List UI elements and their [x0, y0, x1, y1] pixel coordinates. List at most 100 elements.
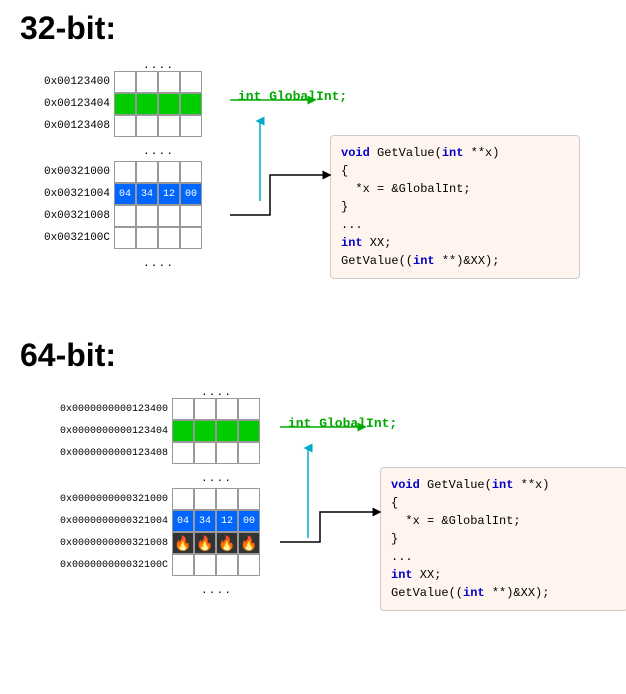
mem-cell [180, 71, 202, 93]
mem-grid [114, 205, 202, 227]
mem-label-wide: 0x0000000000321000 [20, 494, 168, 505]
mem-label: 0x00123400 [20, 76, 110, 88]
mem-cell-flame: 🔥 [216, 532, 238, 554]
mem-label-wide: 0x0000000000321004 [20, 516, 168, 527]
mem-cell [158, 205, 180, 227]
dots-mid-64bit: . . . . [172, 468, 260, 484]
mem-row-32bit-b3: 0x0032100C [20, 227, 202, 249]
arrow-svg-32bit-cyan [250, 111, 350, 221]
mem-cell-blue-12: 12 [158, 183, 180, 205]
mem-cell-blue-34: 34 [136, 183, 158, 205]
memory-top-64bit: . . . . 0x0000000000123400 0x00000000001… [20, 382, 260, 596]
mem-row-64bit-b0: 0x0000000000321000 [20, 488, 260, 510]
mem-label: 0x00123404 [20, 98, 110, 110]
mem-cell-flame: 🔥 [194, 532, 216, 554]
mem-cell [136, 205, 158, 227]
mem-cell [114, 115, 136, 137]
section-32bit: 32-bit: . . . . 0x00123400 0x00123404 [20, 10, 606, 325]
mem-cell [216, 488, 238, 510]
section-64bit: 64-bit: . . . . 0x0000000000123400 0x000… [20, 337, 606, 672]
mem-grid [172, 420, 260, 442]
mem-label-wide: 0x0000000000123404 [20, 426, 168, 437]
mem-label: 0x00123408 [20, 120, 110, 132]
mem-cell [180, 161, 202, 183]
mem-label: 0x00321008 [20, 210, 110, 222]
mem-row-64bit-2: 0x0000000000123408 [20, 442, 260, 464]
mem-cell-blue-34: 34 [194, 510, 216, 532]
mem-grid [172, 398, 260, 420]
mem-cell [238, 554, 260, 576]
mem-cell-blue-04: 04 [172, 510, 194, 532]
mem-cell [136, 71, 158, 93]
mem-cell [194, 442, 216, 464]
mem-cell [172, 442, 194, 464]
dots-bot-64bit: . . . . [172, 580, 260, 596]
arrow-svg-64bit-cyan [298, 438, 398, 558]
mem-cell-green [114, 93, 136, 115]
mem-cell [194, 554, 216, 576]
mem-cell [158, 227, 180, 249]
mem-row-32bit-0: 0x00123400 [20, 71, 202, 93]
memory-top-32bit: . . . . 0x00123400 0x00123404 [20, 55, 202, 269]
mem-cell-blue-12: 12 [216, 510, 238, 532]
mem-cell-blue-00: 00 [180, 183, 202, 205]
mem-cell [238, 442, 260, 464]
mem-label-wide: 0x0000000000321008 [20, 538, 168, 549]
mem-cell [216, 398, 238, 420]
mem-grid [114, 227, 202, 249]
mem-cell-green [194, 420, 216, 442]
mem-label-wide: 0x0000000000123408 [20, 448, 168, 459]
mem-cell [172, 554, 194, 576]
mem-grid [172, 488, 260, 510]
mem-label-wide: 0x000000000032100C [20, 560, 168, 571]
mem-cell [216, 442, 238, 464]
mem-cell [216, 554, 238, 576]
mem-row-32bit-1: 0x00123404 [20, 93, 202, 115]
mem-cell [180, 115, 202, 137]
mem-label: 0x00321004 [20, 188, 110, 200]
mem-cell [172, 398, 194, 420]
mem-row-64bit-0: 0x0000000000123400 [20, 398, 260, 420]
mem-cell [180, 205, 202, 227]
mem-cell [238, 488, 260, 510]
mem-cell [158, 161, 180, 183]
mem-grid: 04 34 12 00 [114, 183, 202, 205]
mem-row-32bit-2: 0x00123408 [20, 115, 202, 137]
mem-cell [194, 398, 216, 420]
mem-label-wide: 0x0000000000123400 [20, 404, 168, 415]
mem-row-64bit-b1: 0x0000000000321004 04 34 12 00 [20, 510, 260, 532]
mem-cell [158, 115, 180, 137]
mem-grid [114, 161, 202, 183]
mem-grid [172, 554, 260, 576]
dots-mid-32bit: . . . . [114, 141, 202, 157]
mem-cell [194, 488, 216, 510]
mem-grid: 04 34 12 00 [172, 510, 260, 532]
mem-cell-flame: 🔥 [172, 532, 194, 554]
mem-cell [136, 115, 158, 137]
mem-cell [180, 227, 202, 249]
dots-bot-32bit: . . . . [114, 253, 202, 269]
mem-cell-blue-04: 04 [114, 183, 136, 205]
dots-top-64bit: . . . . [172, 382, 260, 398]
section-title-64bit: 64-bit: [20, 337, 606, 374]
mem-grid [172, 442, 260, 464]
mem-cell-green [180, 93, 202, 115]
mem-grid [114, 71, 202, 93]
mem-row-64bit-b2: 0x0000000000321008 🔥 🔥 🔥 🔥 [20, 532, 260, 554]
mem-row-64bit-b3: 0x000000000032100C [20, 554, 260, 576]
mem-cell-green [216, 420, 238, 442]
mem-cell-green [158, 93, 180, 115]
mem-row-32bit-b0: 0x00321000 [20, 161, 202, 183]
mem-grid [114, 93, 202, 115]
mem-grid [114, 115, 202, 137]
mem-cell [114, 71, 136, 93]
mem-label: 0x0032100C [20, 232, 110, 244]
mem-cell-green [238, 420, 260, 442]
mem-cell [172, 488, 194, 510]
mem-cell [114, 205, 136, 227]
mem-cell [114, 227, 136, 249]
mem-cell-blue-00: 00 [238, 510, 260, 532]
code-box-64bit: void GetValue(int **x) { *x = &GlobalInt… [380, 467, 626, 611]
mem-row-64bit-1: 0x0000000000123404 [20, 420, 260, 442]
mem-row-32bit-b2: 0x00321008 [20, 205, 202, 227]
